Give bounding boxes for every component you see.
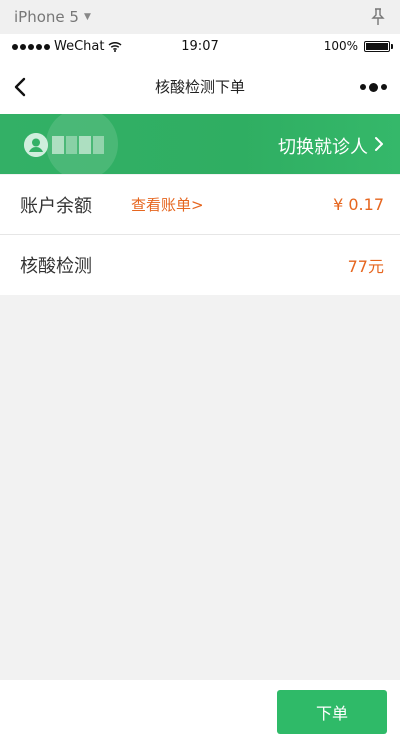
- battery-icon: [364, 40, 393, 52]
- page-title: 核酸检测下单: [154, 78, 245, 96]
- carrier-label: WeChat: [54, 39, 105, 54]
- patient-name-blurred: [52, 136, 104, 154]
- wifi-icon: [108, 41, 122, 52]
- device-name: iPhone 5: [14, 8, 79, 26]
- pin-icon[interactable]: [370, 8, 386, 26]
- nav-bar: 核酸检测下单: [0, 60, 400, 114]
- battery-percent: 100%: [323, 39, 358, 53]
- balance-amount: ¥ 0.17: [333, 195, 384, 214]
- back-arrow-icon[interactable]: [8, 72, 38, 102]
- switch-patient-link[interactable]: 切换就诊人: [278, 133, 368, 159]
- test-label: 核酸检测: [20, 256, 92, 277]
- balance-label: 账户余额: [20, 195, 92, 217]
- signal-dots-icon: [12, 43, 50, 50]
- chevron-right-icon[interactable]: [372, 136, 386, 152]
- view-bill-link[interactable]: 查看账单>: [131, 194, 204, 215]
- footer-bar: 下单: [0, 680, 400, 744]
- balance-row: 账户余额 查看账单> ¥ 0.17: [0, 175, 400, 235]
- simulator-bar: iPhone 5 ▼: [0, 0, 400, 34]
- place-order-button[interactable]: 下单: [277, 690, 387, 734]
- more-options-icon[interactable]: [356, 77, 390, 97]
- patient-banner: 切换就诊人: [0, 114, 400, 174]
- test-price: 77元: [347, 257, 384, 276]
- device-selector[interactable]: iPhone 5 ▼: [14, 8, 91, 26]
- test-row: 核酸检测 77元: [0, 235, 400, 295]
- user-avatar-icon: [24, 133, 48, 157]
- caret-down-icon: ▼: [83, 12, 91, 22]
- status-bar: WeChat 19:07 100%: [0, 34, 400, 60]
